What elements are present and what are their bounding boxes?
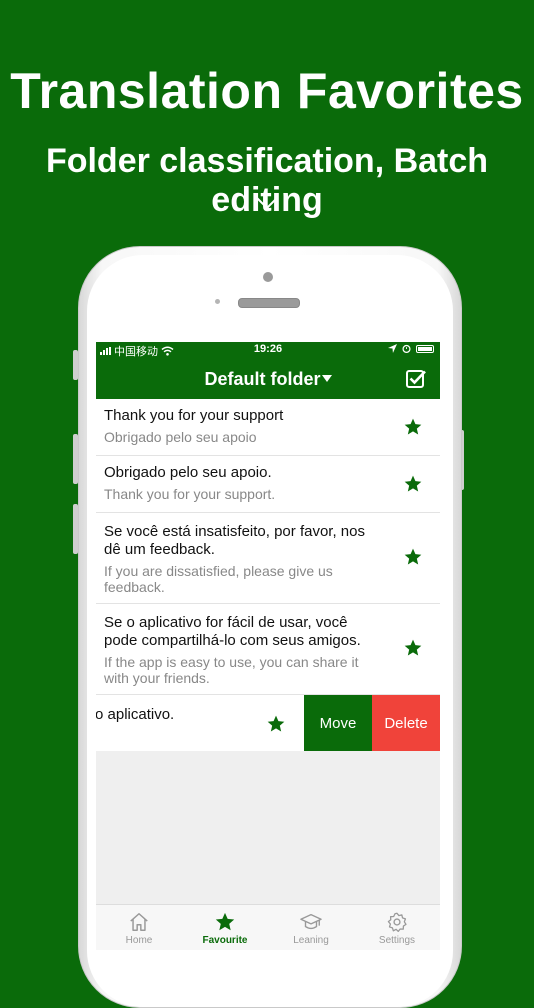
tab-favourite[interactable]: Favourite: [182, 911, 268, 946]
source-text: Se o aplicativo for fácil de usar, você …: [104, 614, 361, 649]
star-icon[interactable]: [266, 714, 286, 734]
list-item[interactable]: Se o aplicativo for fácil de usar, você …: [96, 604, 440, 695]
favorites-list: Thank you for your support Obrigado pelo…: [96, 399, 440, 751]
move-button[interactable]: Move: [304, 695, 372, 751]
tab-home[interactable]: Home: [96, 911, 182, 946]
location-icon: [388, 344, 397, 353]
translation-text: If you are dissatisfied, please give us …: [104, 563, 333, 595]
swiped-list-item[interactable]: o aplicativo. Move Delete: [96, 695, 440, 751]
caret-down-icon: [321, 375, 332, 382]
tab-label: Favourite: [202, 935, 248, 946]
home-icon: [130, 913, 148, 931]
app-screen: 中国移动 19:26 Default folder Thank you for …: [96, 342, 440, 950]
list-item[interactable]: Se você está insatisfeito, por favor, no…: [96, 513, 440, 604]
star-icon[interactable]: [403, 474, 423, 494]
star-icon: [215, 912, 235, 931]
earpiece-speaker: [238, 298, 300, 308]
folder-title: Default folder: [204, 369, 321, 389]
tab-settings[interactable]: Settings: [354, 911, 440, 946]
star-icon[interactable]: [403, 638, 423, 658]
star-icon[interactable]: [403, 417, 423, 437]
tab-bar: Home Favourite Leaning Settings: [96, 904, 440, 950]
translation-text: Thank you for your support.: [104, 486, 276, 502]
chevron-down-icon: [256, 197, 278, 210]
promo-title: Translation Favorites: [10, 63, 524, 119]
tab-label: Settings: [378, 935, 416, 946]
status-bar: 中国移动 19:26: [96, 342, 440, 358]
alarm-icon: [402, 344, 411, 353]
tab-label: Home: [125, 935, 153, 946]
source-text: Thank you for your support: [104, 407, 284, 424]
source-text: o aplicativo.: [96, 706, 175, 723]
list-item[interactable]: Thank you for your support Obrigado pelo…: [96, 399, 440, 456]
gear-icon: [387, 912, 407, 932]
front-camera: [263, 272, 273, 282]
checkbox-edit-icon[interactable]: [405, 368, 427, 390]
source-text: Obrigado pelo seu apoio.: [104, 464, 272, 481]
list-item[interactable]: Obrigado pelo seu apoio. Thank you for y…: [96, 456, 440, 513]
tab-label: Leaning: [293, 935, 329, 946]
delete-button[interactable]: Delete: [372, 695, 440, 751]
star-icon[interactable]: [403, 547, 423, 567]
proximity-sensor: [215, 299, 220, 304]
nav-bar: Default folder: [96, 357, 440, 399]
battery-icon: [416, 344, 434, 353]
translation-text: Obrigado pelo seu apoio: [104, 429, 257, 445]
folder-selector[interactable]: Default folder: [96, 369, 440, 390]
source-text: Se você está insatisfeito, por favor, no…: [104, 523, 365, 558]
translation-text: If the app is easy to use, you can share…: [104, 654, 359, 686]
tab-leaning[interactable]: Leaning: [268, 911, 354, 946]
graduation-cap-icon: [300, 913, 322, 930]
